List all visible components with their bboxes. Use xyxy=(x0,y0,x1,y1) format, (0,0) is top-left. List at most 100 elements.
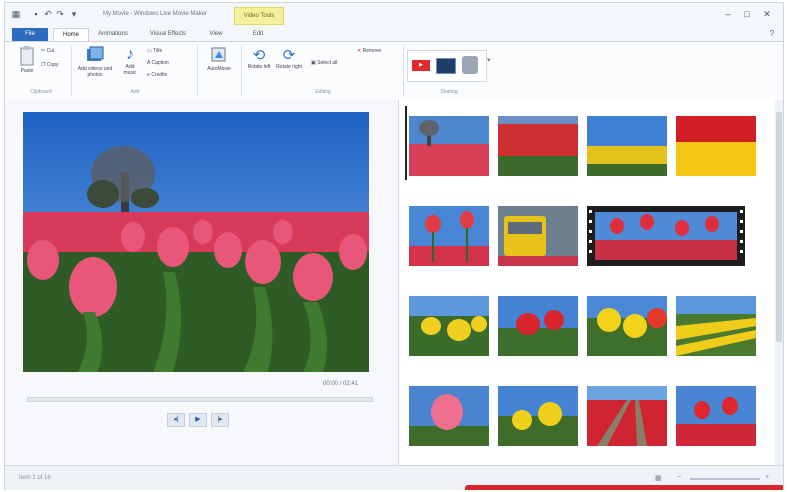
clip-thumbnail[interactable] xyxy=(676,116,756,176)
zoom-out-icon[interactable]: − xyxy=(677,474,681,481)
ribbon-separator xyxy=(241,46,242,96)
ribbon-separator xyxy=(71,46,72,96)
credits-button[interactable]: ≡ Credits xyxy=(147,72,167,78)
caption-label: Caption xyxy=(151,60,169,66)
minimize-button[interactable]: – xyxy=(721,8,735,20)
rotate-right-label: Rotate right xyxy=(276,64,302,70)
help-icon[interactable]: ? xyxy=(765,28,779,40)
paste-button[interactable]: Paste xyxy=(15,46,39,74)
cut-icon: ✂ xyxy=(41,48,46,54)
clipboard-group-label: Clipboard xyxy=(30,89,52,95)
play-button[interactable]: ▶ xyxy=(189,413,207,427)
playback-time: 00:00 / 02:41 xyxy=(323,381,359,387)
add-videos-photos-button[interactable]: Add videos and photos xyxy=(75,46,115,78)
gallery-more-icon[interactable]: ▾ xyxy=(487,56,491,64)
storyboard xyxy=(399,100,775,465)
copy-icon: ❐ xyxy=(41,62,46,68)
clip-thumbnail[interactable] xyxy=(676,296,756,356)
select-all-icon: ▣ xyxy=(311,60,316,66)
caption-button[interactable]: A Caption xyxy=(147,60,169,66)
remove-label: Remove xyxy=(362,48,382,54)
device-icon[interactable] xyxy=(462,56,478,74)
storyboard-scrollbar[interactable] xyxy=(775,100,783,465)
monitor-icon[interactable] xyxy=(436,58,456,74)
cut-label: Cut xyxy=(46,48,55,54)
rotate-left-button[interactable]: ⟲ Rotate left xyxy=(245,46,273,70)
play-icon: ▶ xyxy=(195,416,201,423)
ribbon-separator xyxy=(403,46,404,96)
tab-view[interactable]: View xyxy=(201,28,231,41)
save-icon[interactable]: ▪ xyxy=(31,9,41,19)
caption-icon: A xyxy=(147,60,151,66)
rotate-left-label: Rotate left xyxy=(247,64,271,70)
automovie-button[interactable]: AutoMovie xyxy=(201,46,237,72)
scrollbar-thumb[interactable] xyxy=(776,112,782,342)
credits-icon: ≡ xyxy=(147,72,150,78)
quick-access-dropdown-icon[interactable]: ▾ xyxy=(69,9,79,19)
clip-thumbnail[interactable] xyxy=(409,206,489,266)
ribbon-tabs: File Home Animations Visual Effects View… xyxy=(5,27,783,42)
add-group-label: Add xyxy=(130,89,140,95)
youtube-icon[interactable]: ▶ xyxy=(412,60,430,71)
tab-home[interactable]: Home xyxy=(53,28,89,42)
title-button[interactable]: ▭ Title xyxy=(147,48,162,54)
clip-thumbnail[interactable] xyxy=(498,116,578,176)
copy-label: Copy xyxy=(46,62,59,68)
music-note-icon: ♪ xyxy=(126,46,134,63)
clip-thumbnail[interactable] xyxy=(587,296,667,356)
automovie-label: AutoMovie xyxy=(207,66,231,72)
add-music-label: Add music xyxy=(123,64,137,76)
title-icon: ▭ xyxy=(147,48,152,54)
clip-thumbnail[interactable] xyxy=(587,386,667,446)
playhead-indicator xyxy=(405,106,407,180)
next-frame-button[interactable]: |▸ xyxy=(211,413,229,427)
remove-button[interactable]: ✕ Remove xyxy=(357,48,381,54)
rotate-left-icon: ⟲ xyxy=(252,47,266,64)
tulip-field-preview-image xyxy=(23,112,369,372)
tab-visual-effects[interactable]: Visual Effects xyxy=(141,28,195,41)
clip-thumbnail[interactable] xyxy=(676,386,756,446)
clip-thumbnail[interactable] xyxy=(498,206,578,266)
clip-thumbnail[interactable] xyxy=(409,116,489,176)
zoom-in-icon[interactable]: + xyxy=(765,474,769,481)
editing-group-label: Editing xyxy=(315,89,331,95)
main-area: 00:00 / 02:41 ◂| ▶ |▸ xyxy=(5,100,783,465)
add-music-button[interactable]: ♪ Add music xyxy=(119,46,141,76)
clip-thumbnail[interactable] xyxy=(498,386,578,446)
clip-thumbnail[interactable] xyxy=(587,116,667,176)
redo-icon[interactable]: ↷ xyxy=(55,9,65,19)
app-menu-icon[interactable]: ▦ xyxy=(11,9,21,19)
close-button[interactable]: ✕ xyxy=(760,8,774,20)
remove-icon: ✕ xyxy=(357,48,362,54)
tab-animations[interactable]: Animations xyxy=(91,28,135,41)
select-all-label: Select all xyxy=(317,60,338,66)
movie-maker-window: ▦ ▪ ↶ ↷ ▾ My Movie - Windows Live Movie … xyxy=(4,2,784,490)
seek-bar[interactable] xyxy=(27,397,373,402)
clip-thumbnail[interactable] xyxy=(409,296,489,356)
ribbon: Paste ✂ Cut ❐ Copy Clipboard Add videos … xyxy=(5,41,783,101)
copy-button[interactable]: ❐ Copy xyxy=(41,62,59,68)
maximize-button[interactable]: □ xyxy=(740,8,754,20)
previous-frame-button[interactable]: ◂| xyxy=(167,413,185,427)
storyboard-view-icon[interactable]: ▦ xyxy=(655,474,662,482)
title-label: Title xyxy=(153,48,163,54)
paste-label: Paste xyxy=(20,68,34,74)
red-overlay-bar xyxy=(465,485,783,490)
next-frame-icon: |▸ xyxy=(217,416,223,423)
clip-thumbnail[interactable] xyxy=(409,386,489,446)
credits-label: Credits xyxy=(151,72,168,78)
tab-edit[interactable]: Edit xyxy=(241,28,275,41)
rotate-right-icon: ⟳ xyxy=(282,47,296,64)
zoom-slider[interactable] xyxy=(690,478,760,480)
status-bar: Item 1 of 16 ▦ − + xyxy=(5,465,783,490)
select-all-button[interactable]: ▣ Select all xyxy=(311,60,337,66)
undo-icon[interactable]: ↶ xyxy=(43,9,53,19)
video-clip-filmstrip[interactable] xyxy=(587,206,745,266)
file-tab[interactable]: File xyxy=(12,28,48,41)
ribbon-separator xyxy=(197,46,198,96)
rotate-right-button[interactable]: ⟳ Rotate right xyxy=(275,46,303,70)
cut-button[interactable]: ✂ Cut xyxy=(41,48,54,54)
clip-thumbnail[interactable] xyxy=(498,296,578,356)
window-title: My Movie - Windows Live Movie Maker xyxy=(103,11,208,17)
add-videos-label: Add videos and photos xyxy=(77,66,113,78)
